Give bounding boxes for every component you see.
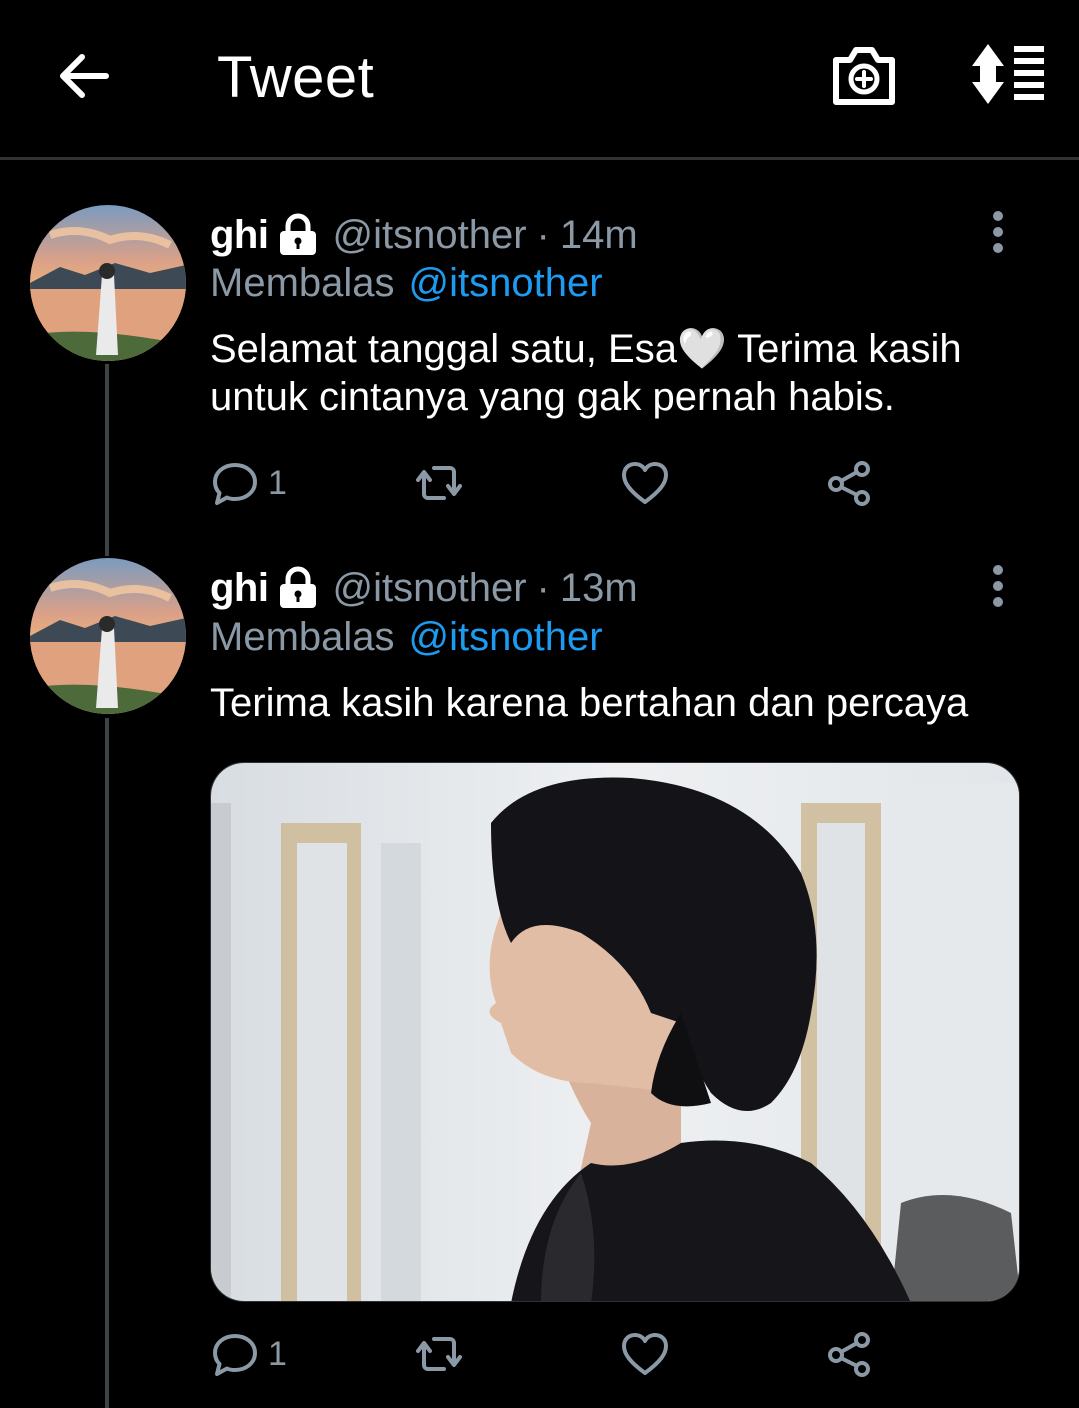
share-button[interactable]: [824, 457, 874, 509]
tweet-actions: 1: [210, 1328, 910, 1380]
like-button[interactable]: [620, 1328, 670, 1380]
replying-to-link[interactable]: @itsnother: [409, 261, 603, 306]
lock-icon: [280, 213, 317, 255]
top-app-bar: Tweet: [0, 0, 1079, 160]
user-handle[interactable]: @itsnother: [332, 213, 526, 258]
share-button[interactable]: [824, 1328, 874, 1380]
tweet-text: Terima kasih karena bertahan dan percaya: [210, 681, 969, 725]
replying-to: Membalas @itsnother: [210, 612, 603, 662]
reply-button[interactable]: 1: [210, 1328, 287, 1380]
like-button[interactable]: [620, 457, 670, 509]
retweet-button[interactable]: [414, 457, 464, 509]
photo: [211, 763, 1019, 1301]
separator: ·: [536, 212, 550, 257]
avatar[interactable]: [30, 205, 186, 361]
tweet-media-image[interactable]: [210, 762, 1020, 1302]
retweet-button[interactable]: [414, 1328, 464, 1380]
reply-icon: [213, 463, 257, 505]
tweet-header: ghi @itsnother · 14m: [210, 207, 638, 263]
tweet-text: Selamat tanggal satu, Esa🤍 Terima kasih …: [210, 327, 962, 419]
display-name[interactable]: ghi: [210, 566, 269, 611]
sort-list-icon[interactable]: [968, 42, 1048, 106]
timestamp: 14m: [559, 212, 638, 257]
separator: ·: [536, 565, 550, 610]
thread-connector: [105, 364, 109, 556]
share-icon: [828, 461, 870, 506]
arrow-left-icon[interactable]: [52, 44, 116, 108]
avatar[interactable]: [30, 558, 186, 714]
user-handle[interactable]: @itsnother: [332, 566, 526, 611]
camera-plus-icon[interactable]: [830, 42, 898, 108]
reply-count: 1: [268, 1334, 287, 1373]
tweet-actions: 1: [210, 457, 910, 509]
retweet-icon: [416, 1337, 462, 1371]
share-icon: [828, 1332, 870, 1377]
lock-icon: [280, 566, 317, 608]
replying-to-label: Membalas: [210, 614, 395, 659]
tweet-header: ghi @itsnother · 13m: [210, 560, 638, 616]
reply-count: 1: [268, 463, 287, 502]
like-icon: [622, 462, 668, 504]
like-icon: [622, 1333, 668, 1375]
replying-to-label: Membalas: [210, 260, 395, 305]
retweet-icon: [416, 466, 462, 500]
reply-icon: [213, 1334, 257, 1376]
page-title: Tweet: [217, 45, 375, 110]
thread-connector: [105, 718, 109, 1408]
display-name[interactable]: ghi: [210, 213, 269, 258]
replying-to-link[interactable]: @itsnother: [409, 615, 603, 660]
more-vertical-icon[interactable]: [982, 208, 1014, 256]
reply-button[interactable]: 1: [210, 457, 287, 509]
more-vertical-icon[interactable]: [982, 562, 1014, 610]
replying-to: Membalas @itsnother: [210, 258, 603, 308]
timestamp: 13m: [559, 565, 638, 610]
